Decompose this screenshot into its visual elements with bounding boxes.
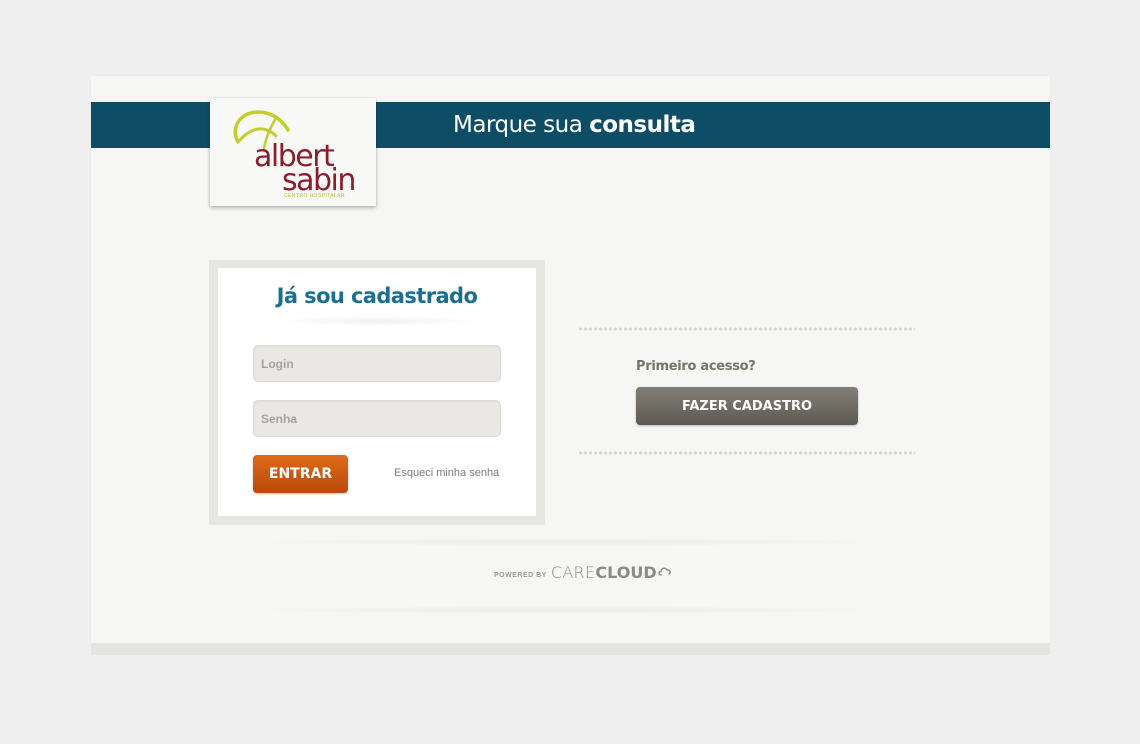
footer-divider-bottom [225, 606, 905, 614]
brand-care: CARE [550, 563, 596, 582]
login-input[interactable] [253, 345, 501, 382]
logo-tagline: CENTRO HOSPITALAR [284, 193, 345, 199]
page-title: Marque sua consulta [453, 112, 696, 138]
first-access-label: Primeiro acesso? [636, 359, 756, 374]
dotted-divider-bottom [578, 451, 915, 455]
password-input[interactable] [253, 400, 501, 437]
powered-by-carecloud[interactable]: POWERED BY CARE CLOUD [494, 563, 672, 582]
forgot-password-link[interactable]: Esqueci minha senha [394, 467, 499, 479]
hospital-logo[interactable]: albert sabin CENTRO HOSPITALAR [210, 98, 376, 206]
signup-button[interactable]: FAZER CADASTRO [636, 387, 858, 425]
login-title-shadow [270, 316, 484, 326]
login-button[interactable]: ENTRAR [253, 455, 348, 493]
powered-by-label: POWERED BY [494, 572, 547, 579]
footer-divider-top [225, 538, 905, 546]
dotted-divider-top [578, 327, 915, 331]
page-card-bottom-edge [91, 643, 1050, 655]
login-title: Já sou cadastrado [276, 284, 478, 308]
albert-sabin-logo-icon: albert sabin CENTRO HOSPITALAR [233, 110, 356, 199]
brand-cloud: CLOUD [595, 563, 657, 582]
cloud-icon [658, 567, 671, 576]
